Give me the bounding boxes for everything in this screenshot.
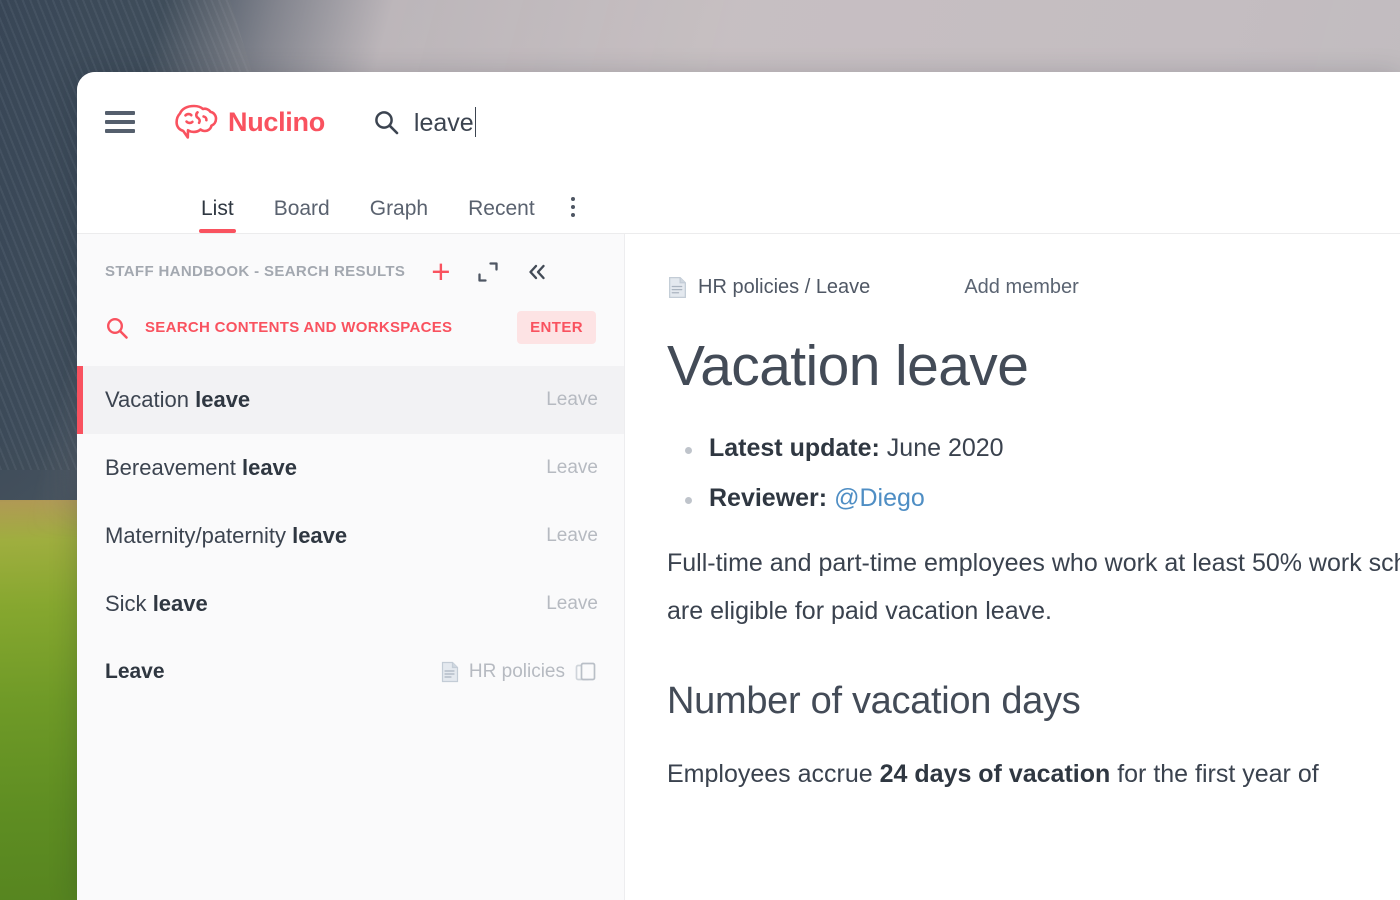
tab-board[interactable]: Board: [254, 198, 350, 233]
result-title-prefix: Bereavement: [105, 455, 242, 481]
expand-icon: [477, 261, 499, 283]
tab-recent[interactable]: Recent: [448, 198, 555, 233]
bullet-label: Latest update:: [709, 433, 880, 462]
result-title-prefix: Sick: [105, 591, 153, 617]
result-meta: Leave: [546, 457, 598, 479]
view-tabs: List Board Graph Recent: [77, 172, 1400, 234]
brand-name: Nuclino: [228, 106, 325, 137]
result-title: Vacation leave: [105, 387, 250, 413]
result-row-vacation-leave[interactable]: Vacation leave Leave: [77, 366, 624, 435]
result-row-maternity-paternity-leave[interactable]: Maternity/paternity leave Leave: [77, 502, 624, 570]
result-meta-label: Leave: [546, 525, 598, 547]
list-item: Latest update: June 2020: [667, 433, 1400, 462]
breadcrumb-label: HR policies / Leave: [698, 276, 871, 298]
sidebar-header: STAFF HANDBOOK - SEARCH RESULTS +: [77, 234, 624, 290]
result-row-sick-leave[interactable]: Sick leave Leave: [77, 570, 624, 638]
user-mention[interactable]: @Diego: [834, 484, 925, 512]
hamburger-icon[interactable]: [105, 111, 135, 133]
result-meta: HR policies: [440, 660, 598, 684]
document-icon: [440, 661, 460, 683]
result-title-prefix: Maternity/paternity: [105, 523, 293, 549]
result-meta-label: Leave: [546, 593, 598, 615]
document-paragraph: Full-time and part-time employees who wo…: [667, 548, 1400, 626]
result-row-bereavement-leave[interactable]: Bereavement leave Leave: [77, 434, 624, 502]
list-item: Reviewer: @Diego: [667, 483, 1400, 512]
search-contents-label: SEARCH CONTENTS AND WORKSPACES: [145, 319, 453, 337]
brand-logo[interactable]: Nuclino: [173, 102, 325, 142]
search-contents-prompt[interactable]: SEARCH CONTENTS AND WORKSPACES ENTER: [77, 283, 624, 345]
result-meta-label: Leave: [546, 457, 598, 479]
paragraph-2-suffix: for the first year of: [1110, 760, 1319, 789]
global-search[interactable]: leave: [373, 106, 478, 138]
bullet-value: June 2020: [879, 433, 1004, 462]
result-title-prefix: Vacation: [105, 387, 196, 413]
tab-graph[interactable]: Graph: [350, 198, 448, 233]
breadcrumb[interactable]: HR policies / Leave: [667, 276, 870, 299]
add-member-button[interactable]: Add member: [964, 276, 1079, 299]
document-pane: HR policies / Leave Add member Vacation …: [625, 234, 1400, 900]
search-results-sidebar: STAFF HANDBOOK - SEARCH RESULTS + SEARCH…: [77, 234, 625, 900]
result-title: Maternity/paternity leave: [105, 523, 347, 549]
result-meta: Leave: [546, 593, 598, 615]
duplicate-icon[interactable]: [574, 660, 598, 684]
document-header: HR policies / Leave Add member: [667, 276, 1400, 299]
result-title-match: leave: [195, 387, 251, 413]
add-item-button[interactable]: +: [431, 253, 451, 290]
result-meta: Leave: [546, 525, 598, 547]
nuclino-app-window: Nuclino leave List Board Graph Recent ST…: [77, 72, 1400, 900]
text-cursor: [474, 106, 477, 137]
bullet-label: Reviewer:: [709, 483, 828, 512]
expand-panel-button[interactable]: [477, 261, 499, 283]
result-title: Leave: [105, 660, 165, 684]
result-title-match: leave: [152, 591, 208, 617]
search-icon: [373, 109, 400, 136]
result-row-leave[interactable]: Leave HR policies: [77, 638, 624, 706]
search-results-list: Vacation leave Leave Bereavement leave L…: [77, 366, 624, 706]
collapse-sidebar-button[interactable]: [525, 262, 549, 282]
result-title-match: leave: [292, 523, 348, 549]
document-paragraph-2: Employees accrue 24 days of vacation for…: [667, 751, 1400, 799]
paragraph-2-prefix: Employees accrue: [667, 760, 880, 789]
result-title-match: Leave: [105, 660, 165, 684]
result-meta-label: HR policies: [468, 661, 565, 683]
search-input-value: leave: [413, 108, 474, 137]
chevron-double-left-icon: [525, 262, 549, 282]
result-title: Sick leave: [105, 591, 208, 617]
result-meta-label: Leave: [546, 389, 598, 411]
paragraph-2-bold: 24 days of vacation: [879, 760, 1111, 789]
result-meta: Leave: [546, 389, 598, 411]
search-icon: [105, 316, 129, 340]
search-input[interactable]: leave: [413, 106, 478, 138]
content-area: STAFF HANDBOOK - SEARCH RESULTS + SEARCH…: [77, 234, 1400, 900]
result-title-match: leave: [241, 455, 298, 481]
top-bar: Nuclino leave: [77, 72, 1400, 172]
tab-list[interactable]: List: [181, 198, 254, 233]
document-heading-2: Number of vacation days: [667, 680, 1081, 723]
page-title: Vacation leave: [667, 334, 1029, 398]
sidebar-actions: +: [431, 253, 549, 290]
document-bullet-list: Latest update: June 2020 Reviewer: @Dieg…: [667, 433, 1400, 512]
nuclino-brain-logo-icon: [173, 102, 219, 142]
document-icon: [667, 276, 688, 299]
more-vertical-icon[interactable]: [555, 197, 591, 233]
sidebar-title: STAFF HANDBOOK - SEARCH RESULTS: [105, 263, 406, 281]
plus-icon: +: [431, 253, 451, 290]
enter-chip[interactable]: ENTER: [517, 311, 596, 345]
result-title: Bereavement leave: [105, 455, 297, 481]
